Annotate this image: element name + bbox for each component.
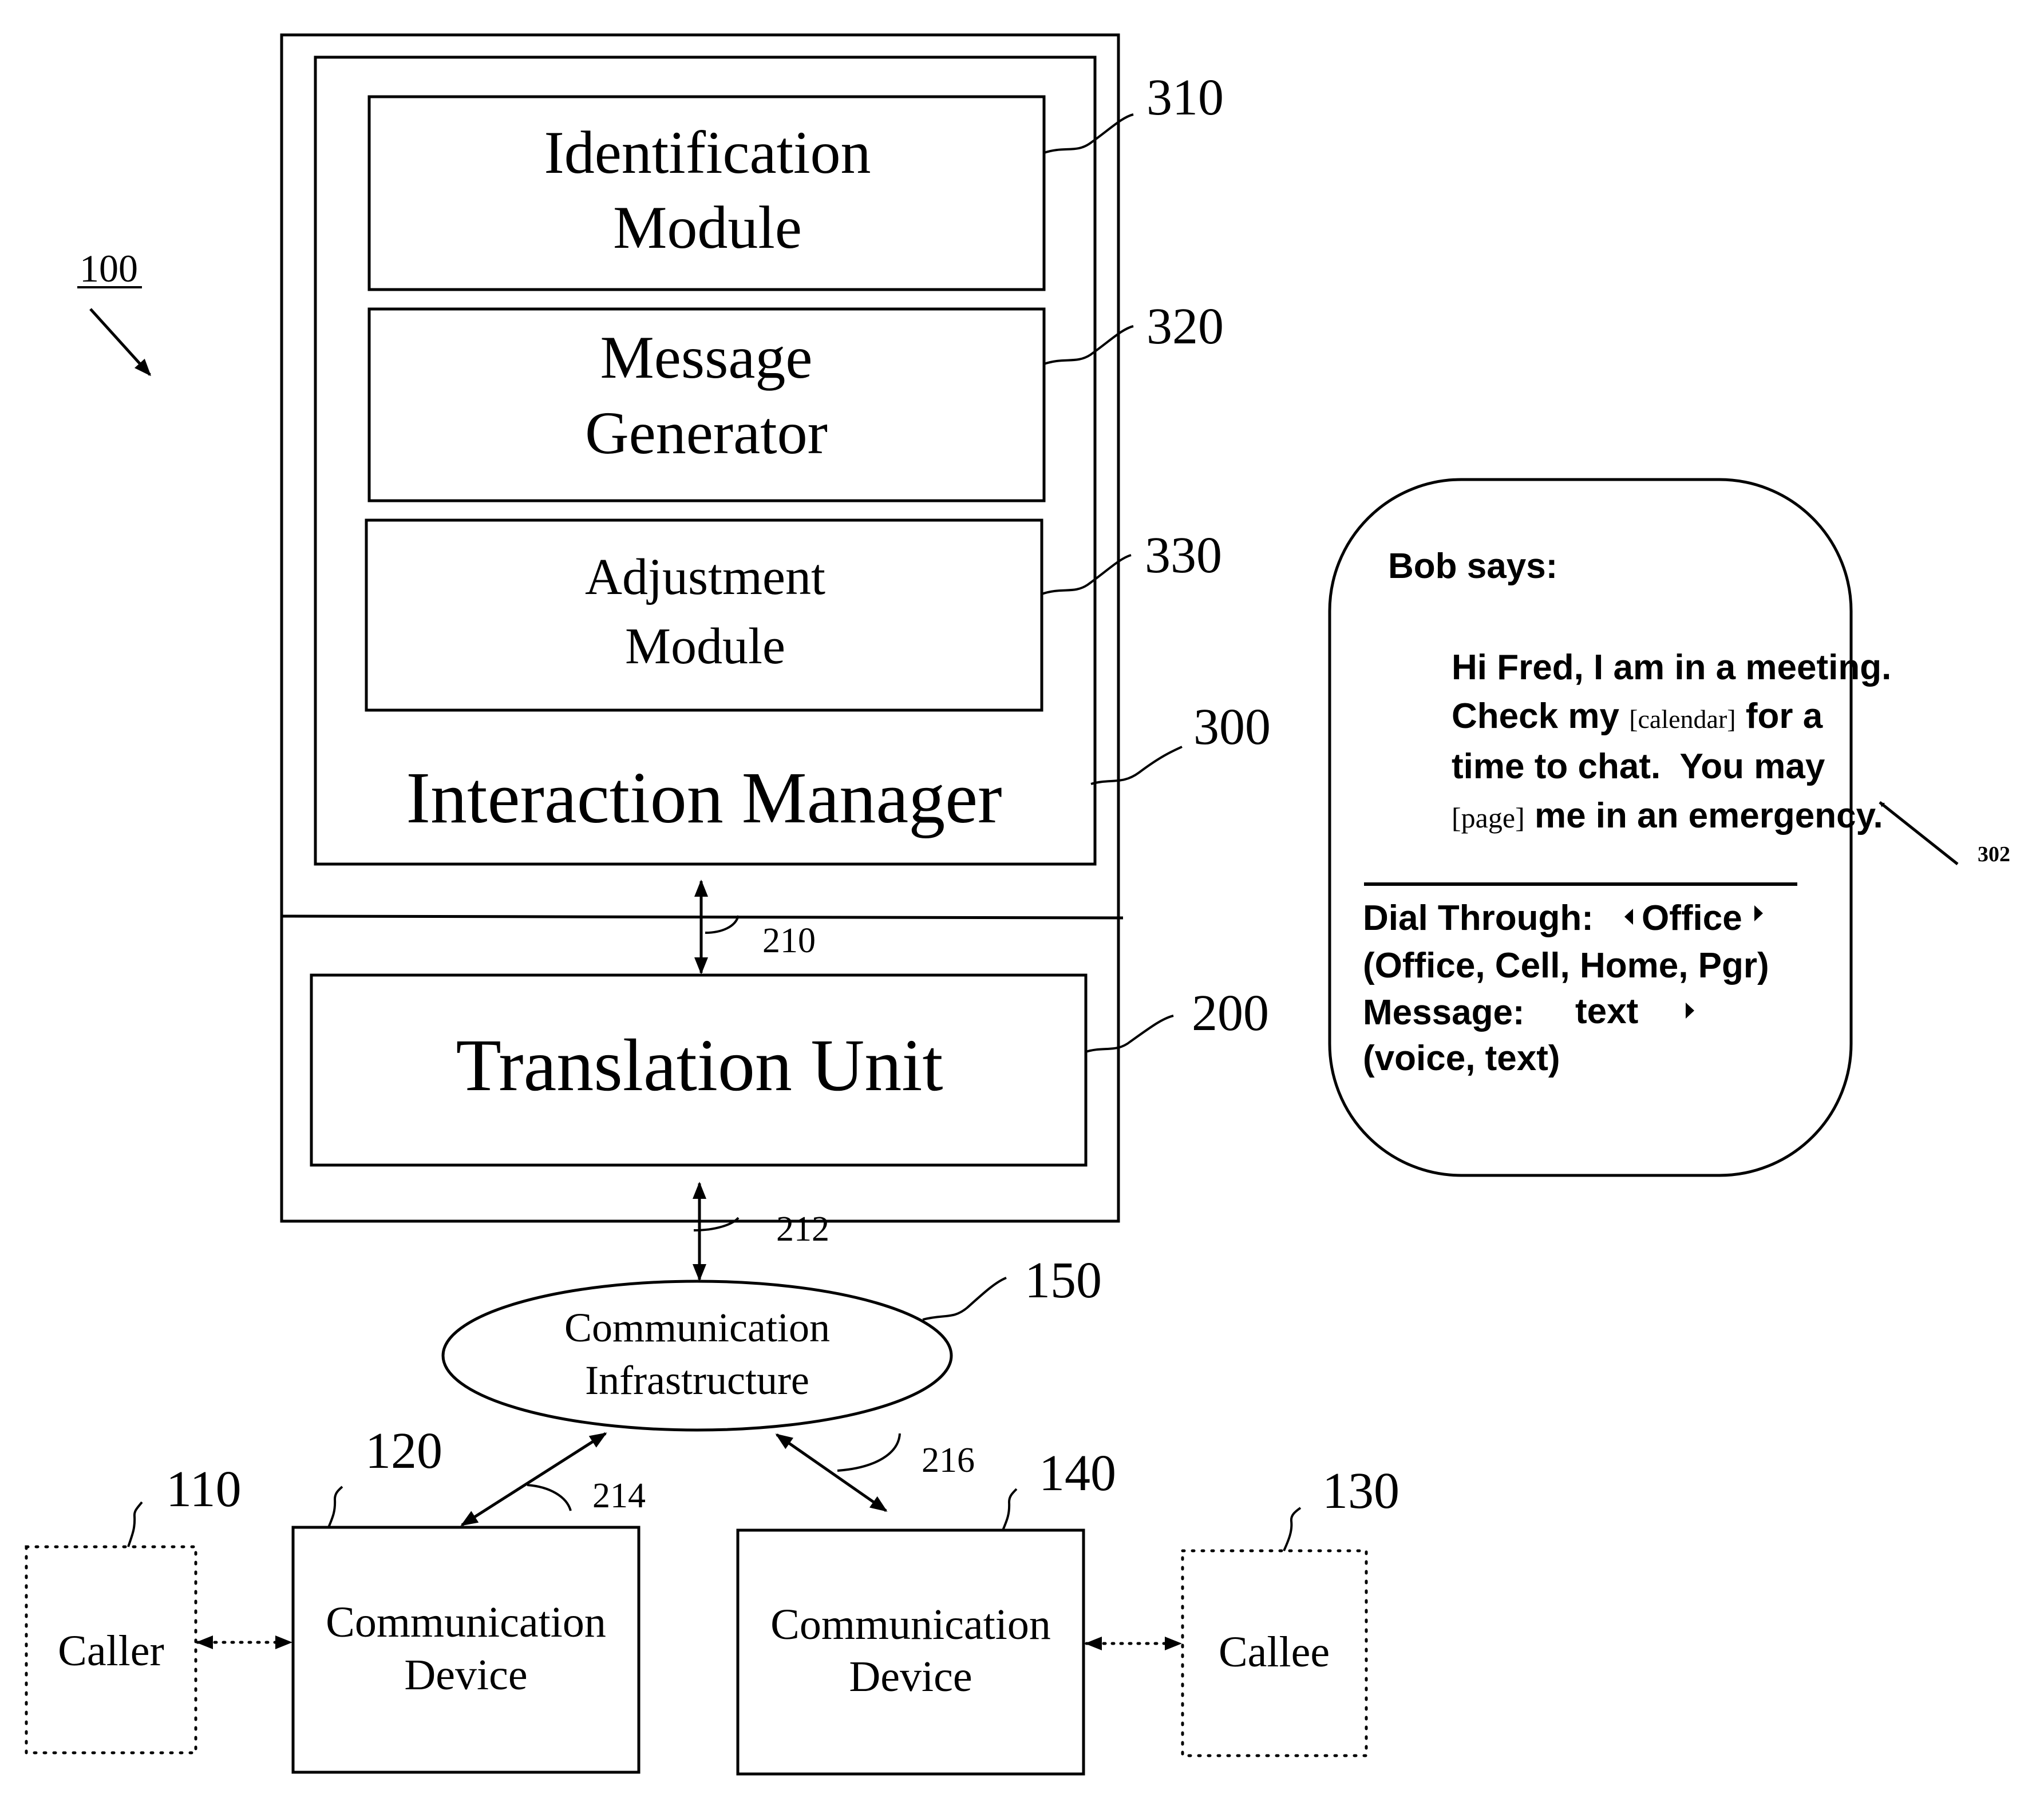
message-type-label: Message: — [1363, 993, 1525, 1032]
adjustment-module-line1: Adjustment — [585, 549, 825, 605]
message-body-line-4: [page] me in an emergency. — [1363, 796, 1952, 835]
translation-unit-label: Translation Unit — [456, 1024, 943, 1107]
ref-200: 200 — [1192, 985, 1269, 1041]
lead-line-120 — [327, 1486, 343, 1528]
message-body-line-2: Check my [calendar] for a — [1363, 696, 1892, 736]
system-diagram: 100 Interaction Manager 300 Identificati… — [25, 33, 2010, 1776]
system-label-100: 100 — [77, 247, 152, 377]
message-generator-line2: Generator — [585, 399, 828, 466]
link-210-label: 210 — [762, 921, 816, 960]
communication-device-1-line2: Device — [404, 1651, 527, 1699]
dial-through-options: (Office, Cell, Home, Pgr) — [1363, 946, 1769, 985]
page-link[interactable]: [page] — [1452, 802, 1525, 834]
lead-line-130 — [1283, 1507, 1302, 1551]
message-text-segment: for a — [1736, 696, 1823, 736]
link-214-arrow — [460, 1432, 607, 1527]
lead-line-150 — [922, 1277, 1007, 1321]
link-216-lead — [837, 1433, 901, 1472]
communication-infrastructure-line2: Infrastructure — [585, 1357, 809, 1403]
message-body-line-3: time to chat. You may — [1363, 747, 1894, 786]
caller-label: Caller — [58, 1627, 164, 1675]
message-header: Bob says: — [1388, 546, 1557, 586]
ref-150: 150 — [1025, 1252, 1102, 1309]
lead-line-140 — [1002, 1488, 1018, 1531]
interaction-manager-label: Interaction Manager — [406, 757, 1002, 838]
translation-unit: Translation Unit 200 — [310, 973, 1269, 1167]
ref-140: 140 — [1039, 1445, 1116, 1502]
link-216: 216 — [775, 1433, 975, 1512]
message-type-value[interactable]: text — [1575, 992, 1638, 1031]
adjustment-module-line2: Module — [625, 618, 785, 675]
dial-through-value[interactable]: Office — [1642, 898, 1742, 938]
identification-module-line1: Identification — [544, 119, 871, 186]
ref-130: 130 — [1322, 1463, 1399, 1519]
communication-device-2-box — [736, 1528, 1085, 1776]
communication-infrastructure-line1: Communication — [564, 1305, 830, 1351]
ref-110: 110 — [166, 1461, 242, 1518]
message-text-segment: Hi Fred, I am in a meeting. — [1452, 648, 1891, 687]
link-212-label: 212 — [776, 1210, 829, 1249]
ref-302: 302 — [1978, 842, 2010, 866]
system-pointer-arrow — [89, 308, 152, 377]
identification-module-line2: Module — [613, 194, 802, 261]
link-214: 214 — [460, 1432, 646, 1527]
system-ref-text: 100 — [80, 247, 138, 290]
callee: Callee 130 — [1181, 1463, 1399, 1757]
interaction-manager: Interaction Manager 300 Identification M… — [314, 56, 1271, 866]
link-216-label: 216 — [922, 1441, 975, 1480]
message-display: Bob says: Hi Fred, I am in a meeting. Ch… — [1328, 478, 2010, 1177]
message-text-segment: me in an emergency. — [1525, 796, 1883, 835]
ref-320: 320 — [1146, 298, 1224, 355]
communication-infrastructure: Communication Infrastructure 150 — [441, 1252, 1102, 1432]
communication-device-1-line1: Communication — [326, 1598, 606, 1646]
lead-line-110 — [127, 1501, 143, 1547]
communication-device-2: Communication Device 140 — [736, 1445, 1116, 1776]
message-generator-line1: Message — [600, 324, 813, 391]
link-214-lead — [527, 1484, 572, 1511]
callee-label: Callee — [1219, 1628, 1330, 1676]
ref-310: 310 — [1146, 69, 1224, 126]
ref-300: 300 — [1193, 699, 1271, 755]
calendar-link[interactable]: [calendar] — [1629, 704, 1735, 734]
message-body-line-1: Hi Fred, I am in a meeting. — [1363, 648, 1960, 687]
communication-device-1-box — [291, 1526, 641, 1774]
communication-device-2-line1: Communication — [770, 1601, 1051, 1649]
ref-330: 330 — [1145, 527, 1222, 584]
communication-infrastructure-ellipse — [441, 1280, 953, 1432]
communication-device-1: Communication Device 120 — [291, 1423, 641, 1774]
link-214-label: 214 — [592, 1476, 646, 1515]
ref-120: 120 — [365, 1423, 442, 1479]
message-type-options: (voice, text) — [1363, 1039, 1560, 1078]
link-216-arrow — [775, 1433, 888, 1512]
communication-device-2-line2: Device — [849, 1653, 972, 1701]
message-text-segment: time to chat. You may — [1452, 747, 1825, 786]
message-text-segment: Check my — [1452, 696, 1629, 736]
dial-through-label: Dial Through: — [1363, 898, 1594, 938]
caller: Caller 110 — [25, 1461, 242, 1755]
